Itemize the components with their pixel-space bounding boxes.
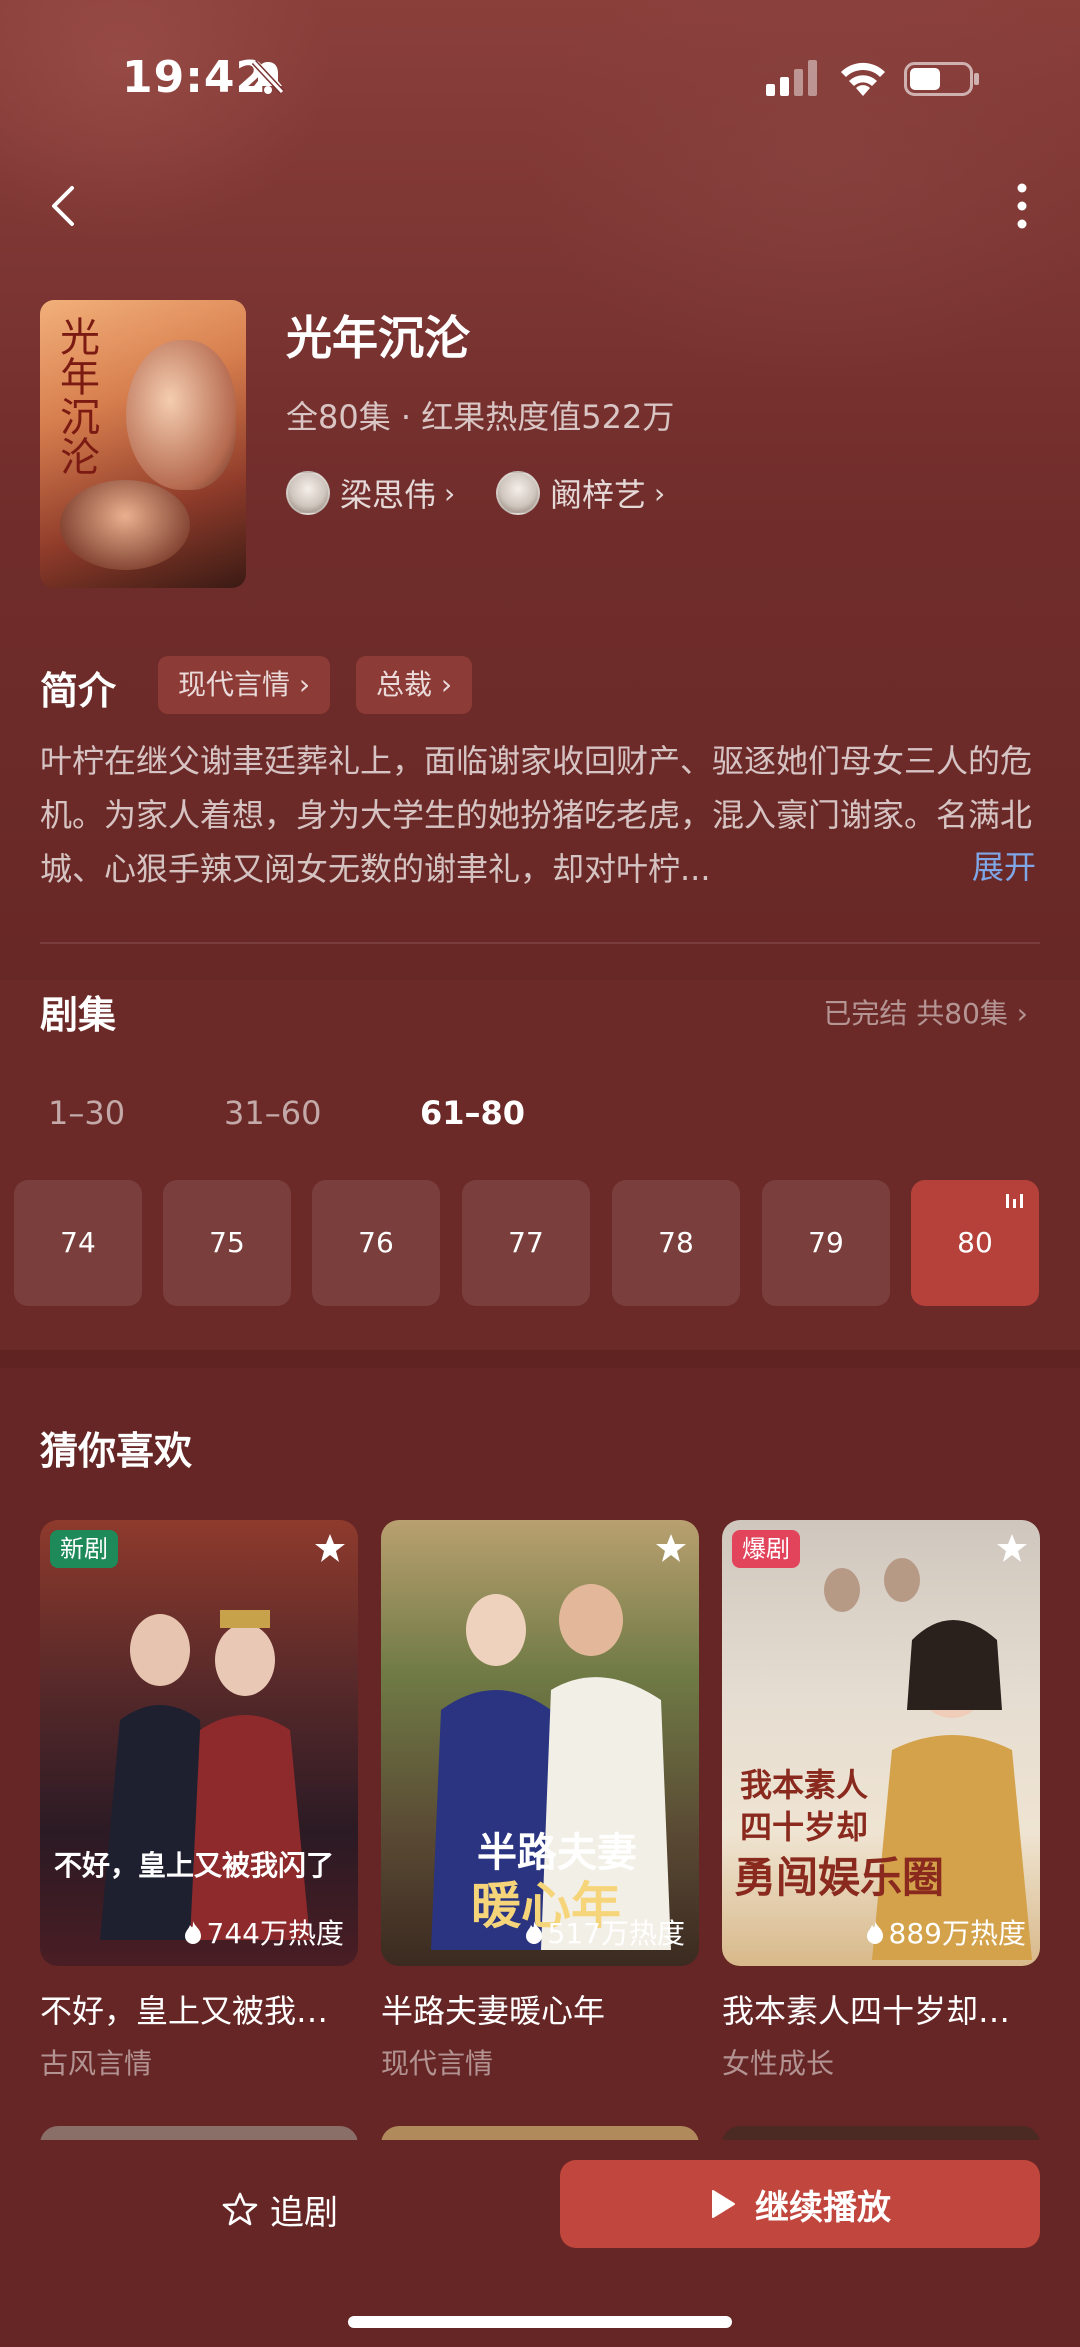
- card-poster: 新剧 不好，皇上又被我闪了 744万热度: [40, 1520, 358, 1966]
- drama-title: 光年沉沦: [286, 311, 470, 365]
- status-time: 19:42: [122, 52, 268, 103]
- star-icon[interactable]: [996, 1532, 1028, 1564]
- episodes-status-link[interactable]: 已完结 共80集 ›: [823, 992, 1028, 1032]
- avatar: [496, 471, 540, 515]
- genre-tag[interactable]: 总裁 ›: [356, 656, 473, 714]
- playing-bars-icon: [1006, 1194, 1023, 1208]
- flame-icon: [525, 1921, 542, 1944]
- range-tab-active[interactable]: 61–80: [420, 1094, 525, 1132]
- new-badge: 新剧: [50, 1530, 118, 1568]
- intro-text: 叶柠在继父谢聿廷葬礼上，面临谢家收回财产、驱逐她们母女三人的危机。为家人着想，身…: [40, 742, 1033, 888]
- drama-poster[interactable]: 光年沉沦: [40, 300, 246, 588]
- episode-button[interactable]: 75: [163, 1180, 291, 1306]
- back-icon[interactable]: [40, 178, 88, 234]
- episode-button[interactable]: 79: [762, 1180, 890, 1306]
- wifi-icon: [841, 62, 885, 96]
- section-separator: [0, 1350, 1080, 1368]
- episode-button-current[interactable]: 80: [911, 1180, 1039, 1306]
- expand-button[interactable]: 展开: [972, 842, 1036, 888]
- card-title: 不好，皇上又被我…: [40, 1992, 329, 2030]
- flame-icon: [866, 1921, 883, 1944]
- poster-title-art: 我本素人: [740, 1766, 869, 1804]
- hot-badge: 爆剧: [732, 1530, 800, 1568]
- flame-icon: [184, 1921, 201, 1944]
- signal-icon: [766, 60, 817, 96]
- chevron-right-icon: ›: [654, 476, 666, 510]
- chevron-right-icon: ›: [444, 476, 456, 510]
- episode-button[interactable]: 77: [462, 1180, 590, 1306]
- heat-count: 517万热度: [524, 1912, 685, 1952]
- recommend-card[interactable]: 爆剧 我本素人 四十岁却 勇闯娱乐圈 889万热度 我本素人四十岁却… 女性成长: [722, 1520, 1040, 2082]
- heat-label: 744万热度: [206, 1917, 344, 1950]
- poster-title-art: 不好，皇上又被我闪了: [54, 1849, 335, 1882]
- avatar: [286, 471, 330, 515]
- range-tab[interactable]: 1–30: [48, 1094, 125, 1132]
- poster-title-art: 勇闯娱乐圈: [734, 1853, 945, 1902]
- recommend-card[interactable]: 新剧 不好，皇上又被我闪了 744万热度 不好，皇上又被我… 古风言情: [40, 1520, 358, 2082]
- continue-play-button[interactable]: 继续播放: [560, 2160, 1040, 2248]
- poster-title-art: 光年沉沦: [53, 316, 99, 476]
- follow-label: 追剧: [270, 2192, 338, 2233]
- range-tab[interactable]: 31–60: [224, 1094, 321, 1132]
- heat-count: 744万热度: [183, 1912, 344, 1952]
- card-title: 我本素人四十岁却…: [722, 1992, 1011, 2030]
- bell-slash-icon: [251, 59, 285, 95]
- status-bar: 19:42: [0, 0, 1080, 150]
- poster-figure: [60, 480, 190, 570]
- episode-button[interactable]: 76: [312, 1180, 440, 1306]
- actor-link[interactable]: 梁思伟 ›: [286, 470, 455, 516]
- recommend-card[interactable]: 半路夫妻 暖心年 517万热度 半路夫妻暖心年 现代言情: [381, 1520, 699, 2082]
- poster-title-art: 四十岁却: [740, 1808, 869, 1846]
- play-icon: [712, 2190, 735, 2218]
- recommend-heading: 猜你喜欢: [40, 1429, 193, 1473]
- card-title: 半路夫妻暖心年: [381, 1992, 606, 2030]
- actor-name: 阚梓艺: [550, 476, 647, 514]
- star-outline-icon: [222, 2192, 258, 2226]
- episodes-heading: 剧集: [40, 993, 117, 1037]
- heat-label: 889万热度: [888, 1917, 1026, 1950]
- star-icon[interactable]: [655, 1532, 687, 1564]
- episode-number: 80: [957, 1226, 993, 1259]
- episode-button[interactable]: 78: [612, 1180, 740, 1306]
- actor-name: 梁思伟: [340, 476, 437, 514]
- more-icon[interactable]: [1000, 178, 1044, 234]
- follow-button[interactable]: 追剧: [222, 2182, 338, 2236]
- heat-label: 517万热度: [547, 1917, 685, 1950]
- actor-link[interactable]: 阚梓艺 ›: [496, 470, 665, 516]
- card-genre: 女性成长: [722, 2047, 835, 2080]
- battery-icon: [904, 62, 979, 96]
- card-poster: 爆剧 我本素人 四十岁却 勇闯娱乐圈 889万热度: [722, 1520, 1040, 1966]
- card-genre: 古风言情: [40, 2047, 153, 2080]
- poster-figure: [126, 340, 236, 490]
- card-genre: 现代言情: [381, 2047, 494, 2080]
- heat-count: 889万热度: [865, 1912, 1026, 1952]
- play-label: 继续播放: [755, 2187, 891, 2228]
- episode-button[interactable]: 74: [14, 1180, 142, 1306]
- card-poster: 半路夫妻 暖心年 517万热度: [381, 1520, 699, 1966]
- divider: [40, 942, 1040, 944]
- genre-tag[interactable]: 现代言情 ›: [158, 656, 331, 714]
- home-indicator[interactable]: [348, 2316, 732, 2328]
- drama-meta: 全80集 · 红果热度值522万: [286, 398, 675, 436]
- intro-heading: 简介: [40, 669, 117, 713]
- poster-figures: [100, 1610, 310, 1940]
- star-icon[interactable]: [314, 1532, 346, 1564]
